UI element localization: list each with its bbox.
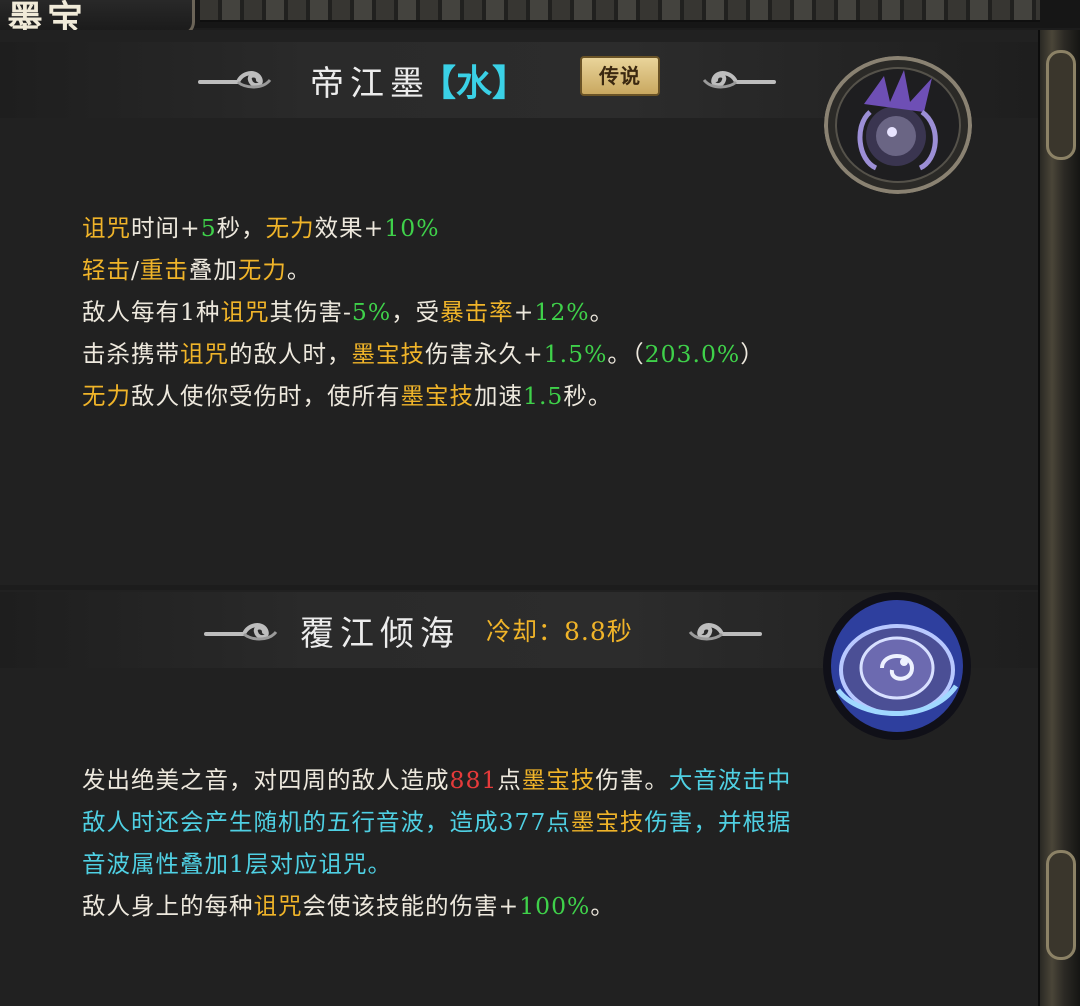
text-segment: 。 — [590, 892, 615, 920]
text-segment: 无力 — [237, 256, 287, 284]
text-segment: 881 — [449, 766, 498, 794]
text-segment: 诅咒 — [180, 340, 229, 368]
text-segment: / — [131, 256, 140, 284]
text-segment: 1.5% — [543, 340, 608, 368]
element-tag: 【水】 — [420, 62, 529, 104]
text-segment: 重击 — [139, 256, 189, 284]
text-segment: 100% — [519, 892, 591, 920]
treasure-name: 帝江墨 — [310, 64, 430, 104]
description-line: 击杀携带诅咒的敌人时，墨宝技伤害永久+1.5%。（203.0%） — [82, 333, 765, 375]
skill-name: 覆江倾海 — [300, 614, 460, 654]
description-line: 音波属性叠加1层对应诅咒。 — [82, 843, 791, 885]
text-segment: 5 — [200, 214, 217, 242]
dijiang-ink-treasure-icon[interactable] — [824, 56, 972, 194]
description-line: 诅咒时间+5秒，无力效果+10% — [82, 207, 765, 249]
text-segment: 无力 — [265, 214, 315, 242]
skill-cooldown: 冷却：8.8秒 — [486, 617, 633, 646]
description-line: 发出绝美之音，对四周的敌人造成881点墨宝技伤害。大音波击中 — [82, 759, 791, 801]
description-line: 敌人时还会产生随机的五行音波，造成377点墨宝技伤害，并根据 — [82, 801, 791, 843]
text-segment: 墨宝技 — [400, 382, 474, 410]
text-segment: 时间+ — [131, 214, 201, 242]
cloud-ornament-icon — [684, 616, 762, 642]
text-segment: ） — [740, 340, 765, 368]
cloud-ornament-icon — [698, 64, 776, 90]
text-segment: 发出绝美之音，对四周的敌人造成 — [82, 766, 450, 794]
text-segment: 无力 — [82, 382, 131, 410]
text-segment: 点 — [497, 766, 522, 794]
description-line: 敌人身上的每种诅咒会使该技能的伤害+100%。 — [82, 885, 791, 927]
text-segment: 其伤害- — [269, 298, 352, 326]
text-segment: 墨宝技 — [351, 340, 425, 368]
text-segment: 12% — [534, 298, 590, 326]
rarity-badge: 传说 — [580, 56, 660, 96]
text-segment: 轻击 — [82, 256, 131, 284]
text-segment: 。 — [589, 298, 615, 326]
text-segment: 的敌人时， — [229, 340, 352, 368]
text-segment: 大音波击中 — [668, 766, 792, 794]
text-segment: 。 — [286, 256, 312, 284]
text-segment: 10% — [384, 214, 440, 242]
text-segment: 会使该技能的伤害+ — [302, 892, 520, 920]
right-ornament-frame — [1038, 30, 1080, 1006]
text-segment: 效果+ — [314, 214, 385, 242]
knot-ornament — [1046, 850, 1076, 960]
text-segment: 击杀携带 — [82, 340, 180, 368]
text-segment: 墨宝技 — [570, 808, 645, 836]
text-segment: 秒， — [216, 214, 266, 242]
text-segment: 伤害永久+ — [425, 340, 544, 368]
text-segment: 暴击率 — [440, 298, 514, 326]
text-segment: 敌人身上的每种 — [82, 892, 254, 920]
skill-description: 发出绝美之音，对四周的敌人造成881点墨宝技伤害。大音波击中 敌人时还会产生随机的… — [82, 759, 791, 927]
text-segment: 秒。 — [563, 382, 613, 410]
cloud-ornament-icon — [198, 64, 276, 90]
text-segment: 音波属性叠加1层对应诅咒。 — [82, 850, 392, 878]
text-segment: 加速 — [474, 382, 523, 410]
text-segment: 5% — [351, 298, 392, 326]
treasure-description: 诅咒时间+5秒，无力效果+10% 轻击/重击叠加无力。 敌人每有1种诅咒其伤害-5%… — [82, 207, 765, 417]
text-segment: 叠加 — [188, 256, 238, 284]
text-segment: 伤害。 — [595, 766, 669, 794]
text-segment: 敌人时还会产生随机的五行音波，造成377点 — [82, 808, 571, 836]
text-segment: 1.5 — [523, 382, 564, 410]
cloud-ornament-icon — [204, 616, 282, 642]
description-line: 敌人每有1种诅咒其伤害-5%，受暴击率+12%。 — [82, 291, 765, 333]
text-segment: 敌人使你受伤时，使所有 — [131, 382, 401, 410]
description-line: 轻击/重击叠加无力。 — [82, 249, 765, 291]
chain-border — [200, 0, 1040, 22]
text-segment: 敌人每有1种 — [82, 298, 221, 326]
text-segment: 诅咒 — [253, 892, 303, 920]
knot-ornament — [1046, 50, 1076, 160]
text-segment: 203.0% — [644, 340, 741, 368]
text-segment: 伤害，并根据 — [644, 808, 792, 836]
water-vortex-skill-icon[interactable] — [820, 590, 974, 742]
text-segment: 墨宝技 — [521, 766, 596, 794]
text-segment: + — [513, 298, 535, 326]
text-segment: ，受 — [391, 298, 441, 326]
text-segment: 。（ — [607, 340, 645, 368]
text-segment: 诅咒 — [82, 214, 131, 242]
text-segment: 诅咒 — [220, 298, 270, 326]
description-line: 无力敌人使你受伤时，使所有墨宝技加速1.5秒。 — [82, 375, 765, 417]
